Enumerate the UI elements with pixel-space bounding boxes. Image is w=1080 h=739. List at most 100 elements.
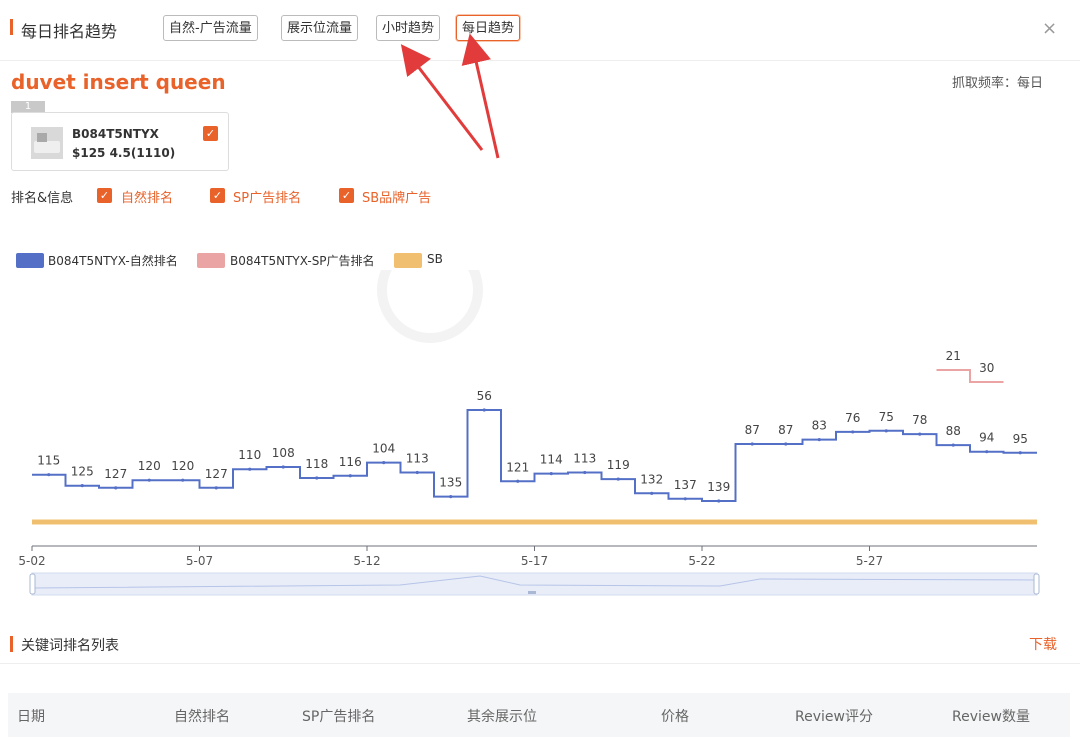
organic-data-label: 95	[1013, 432, 1028, 446]
organic-point	[951, 443, 955, 447]
organic-data-label: 116	[339, 455, 362, 469]
divider	[0, 663, 1080, 664]
organic-point	[114, 486, 118, 490]
x-tick-label: 5-22	[688, 554, 715, 568]
x-tick-label: 5-17	[521, 554, 548, 568]
organic-point	[583, 470, 587, 475]
sp-rank-checkbox[interactable]: ✓	[210, 188, 225, 203]
organic-data-label: 114	[540, 453, 563, 467]
organic-data-label: 110	[238, 448, 261, 462]
x-tick-label: 5-27	[856, 554, 883, 568]
organic-data-label: 120	[138, 459, 161, 473]
legend-sp-swatch[interactable]	[197, 253, 225, 268]
organic-point	[248, 467, 252, 471]
column-header-review-count[interactable]: Review数量	[952, 706, 1030, 726]
product-asin: B084T5NTYX	[72, 127, 159, 141]
organic-point	[616, 477, 620, 481]
watermark-logo	[377, 270, 483, 343]
sp-rank-label[interactable]: SP广告排名	[233, 187, 301, 206]
organic-data-label: 104	[372, 442, 395, 456]
rank-trend-chart[interactable]: 115 125 127 120 120 127 110 108 118 116 104 113 135 5…	[0, 270, 1080, 600]
organic-rank-checkbox[interactable]: ✓	[97, 188, 112, 203]
arrow-to-hourly-trend	[400, 44, 484, 151]
organic-point	[918, 432, 922, 436]
organic-point	[717, 499, 721, 503]
legend-sp-label[interactable]: B084T5NTYX-SP广告排名	[230, 252, 375, 269]
download-button[interactable]: 下载	[1029, 634, 1057, 654]
organic-point	[181, 478, 185, 482]
organic-point	[147, 478, 151, 482]
organic-rank-label[interactable]: 自然排名	[121, 187, 173, 206]
organic-point	[784, 442, 788, 446]
organic-data-label: 137	[674, 478, 697, 492]
organic-point	[482, 408, 486, 412]
x-tick-label: 5-07	[186, 554, 213, 568]
product-price-rating: $125 4.5(1110)	[72, 146, 176, 160]
x-tick-label: 5-12	[353, 554, 380, 568]
organic-data-label: 108	[272, 446, 295, 460]
section-accent-bar	[10, 636, 13, 652]
organic-data-label: 139	[707, 480, 730, 494]
sp-data-label: 21	[946, 349, 961, 363]
organic-data-label: 94	[979, 431, 994, 445]
legend-sb-swatch[interactable]	[394, 253, 422, 268]
organic-point	[315, 476, 319, 480]
organic-data-label: 76	[845, 411, 860, 425]
organic-data-label: 115	[37, 454, 60, 468]
column-header-date[interactable]: 日期	[17, 706, 45, 726]
table-header: 日期 自然排名 SP广告排名 其余展示位 价格 Review评分 Review数…	[8, 693, 1070, 737]
organic-data-label: 119	[607, 458, 630, 472]
organic-point	[683, 497, 687, 501]
keyword-title: duvet insert queen	[11, 70, 226, 94]
organic-data-label: 120	[171, 459, 194, 473]
organic-data-label: 75	[879, 410, 894, 424]
column-header-sp-rank[interactable]: SP广告排名	[302, 706, 375, 726]
filters-label: 排名&信息	[11, 191, 74, 206]
organic-data-label: 83	[812, 419, 827, 433]
organic-data-label: 56	[477, 389, 492, 403]
data-zoom-handle-right	[1033, 573, 1040, 595]
organic-data-label: 135	[439, 476, 462, 490]
organic-point	[415, 470, 419, 475]
organic-data-label: 132	[640, 472, 663, 486]
product-card[interactable]: B084T5NTYX $125 4.5(1110) ✓	[11, 112, 229, 171]
organic-data-label: 127	[205, 467, 228, 481]
organic-point	[851, 430, 855, 434]
organic-point	[516, 479, 520, 483]
organic-data-label: 121	[506, 460, 529, 474]
organic-data-label: 125	[71, 465, 94, 479]
organic-point	[348, 474, 352, 478]
sp-data-label: 30	[979, 361, 994, 375]
organic-data-label: 113	[406, 451, 429, 465]
organic-point	[549, 471, 553, 476]
product-thumbnail	[31, 127, 63, 159]
organic-point	[47, 473, 51, 477]
organic-data-label: 113	[573, 451, 596, 465]
organic-point	[281, 465, 285, 469]
sb-ad-label[interactable]: SB品牌广告	[362, 187, 431, 206]
sb-ad-checkbox[interactable]: ✓	[339, 188, 354, 203]
legend-organic-swatch[interactable]	[16, 253, 44, 268]
organic-data-label: 78	[912, 413, 927, 427]
organic-data-label: 118	[305, 457, 328, 471]
data-zoom-grip	[528, 591, 536, 594]
column-header-price[interactable]: 价格	[661, 706, 689, 726]
organic-point	[817, 438, 821, 442]
column-header-review-rating[interactable]: Review评分	[795, 706, 873, 726]
organic-point	[750, 442, 754, 446]
data-zoom-handle-left	[29, 573, 36, 595]
organic-data-label: 88	[946, 424, 961, 438]
x-tick-label: 5-02	[18, 554, 45, 568]
column-header-other-placements[interactable]: 其余展示位	[467, 706, 537, 726]
organic-point	[214, 486, 218, 490]
organic-point	[884, 429, 888, 433]
legend-organic-label[interactable]: B084T5NTYX-自然排名	[48, 252, 178, 269]
organic-data-label: 87	[778, 423, 793, 437]
organic-point	[449, 495, 453, 499]
column-header-organic-rank[interactable]: 自然排名	[174, 706, 230, 726]
legend-sb-label[interactable]: SB	[427, 252, 443, 266]
product-checkbox[interactable]: ✓	[203, 126, 218, 141]
organic-point	[382, 461, 386, 465]
organic-point	[650, 491, 654, 495]
crawl-frequency: 抓取频率：每日	[952, 76, 1044, 91]
